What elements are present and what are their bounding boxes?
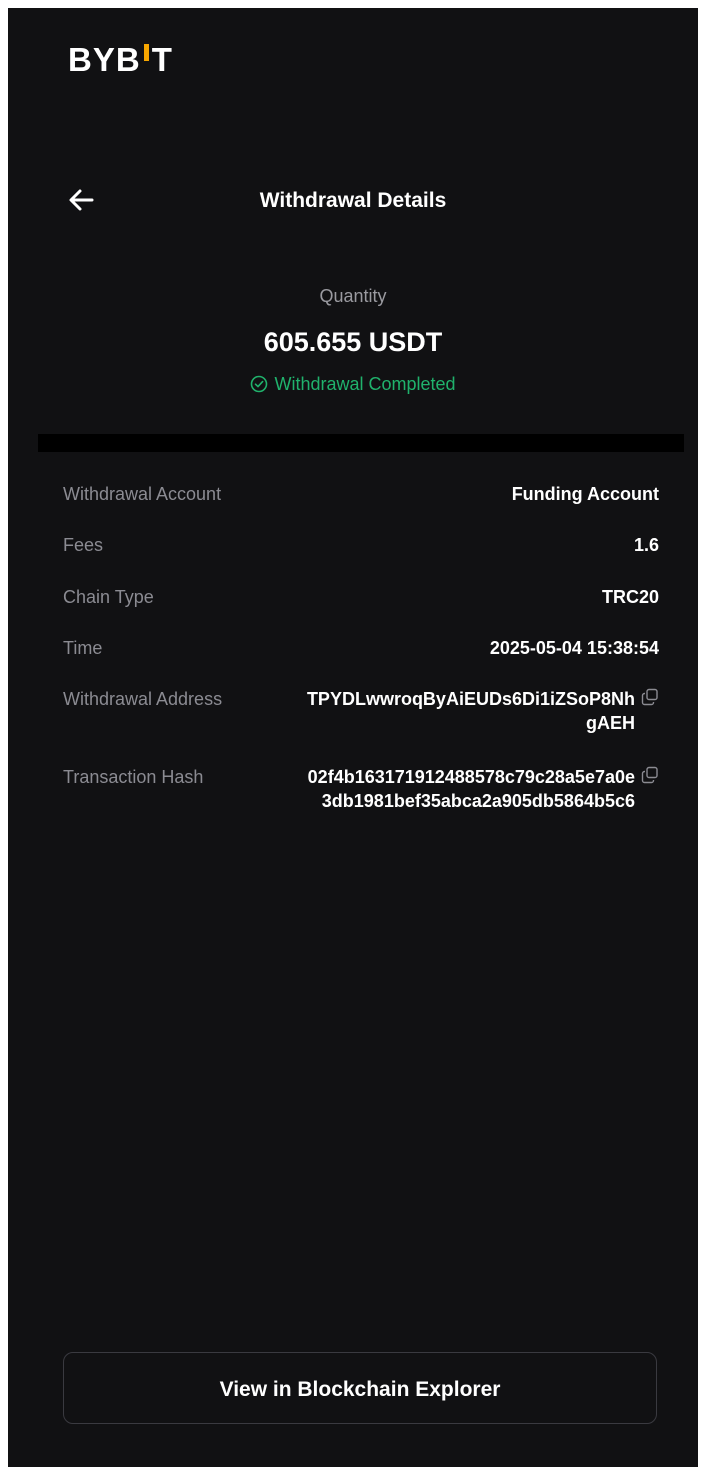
app-screen: BYB T Withdrawal Details Quantity 605.655…: [8, 8, 698, 1467]
detail-label: Withdrawal Account: [63, 484, 222, 504]
detail-row-withdrawal-account: Withdrawal Account Funding Account: [63, 482, 659, 506]
copy-icon[interactable]: [641, 766, 659, 784]
detail-row-fees: Fees 1.6: [63, 533, 659, 557]
view-in-blockchain-explorer-button[interactable]: View in Blockchain Explorer: [63, 1352, 657, 1424]
detail-label: Fees: [63, 535, 104, 555]
detail-value: 2025-05-04 15:38:54: [489, 638, 659, 658]
detail-row-time: Time 2025-05-04 15:38:54: [63, 636, 659, 660]
detail-value: TPYDLwwroqByAiEUDs6Di1iZSoP8NhgAEH: [306, 689, 635, 733]
detail-row-withdrawal-address: Withdrawal Address TPYDLwwroqByAiEUDs6Di…: [63, 687, 659, 737]
status-badge: Withdrawal Completed: [8, 372, 698, 396]
detail-row-chain-type: Chain Type TRC20: [63, 585, 659, 609]
divider: [38, 434, 684, 452]
quantity-value: 605.655 USDT: [263, 327, 443, 357]
detail-label: Time: [63, 638, 103, 658]
withdrawal-address-value[interactable]: TPYDLwwroqByAiEUDs6Di1iZSoP8NhgAEH: [299, 687, 659, 735]
detail-label: Transaction Hash: [63, 767, 204, 787]
check-circle-icon: [251, 375, 268, 393]
detail-label: Withdrawal Address: [63, 689, 223, 709]
quantity-label: Quantity: [319, 286, 387, 306]
copy-icon[interactable]: [641, 688, 659, 706]
status-text: Withdrawal Completed: [274, 374, 456, 394]
page-title: Withdrawal Details: [259, 189, 447, 212]
detail-label: Chain Type: [63, 587, 154, 607]
bybit-logo: BYB T: [68, 42, 173, 78]
detail-value: 1.6: [633, 535, 659, 555]
logo-text-left: BYB: [68, 41, 141, 78]
detail-value: Funding Account: [511, 484, 659, 504]
detail-row-transaction-hash: Transaction Hash 02f4b163171912488578c79…: [63, 765, 659, 841]
transaction-hash-value[interactable]: 02f4b163171912488578c79c28a5e7a0e3db1981…: [299, 765, 659, 813]
detail-value: TRC20: [601, 587, 659, 607]
logo-text-right: T: [151, 41, 173, 78]
detail-value: 02f4b163171912488578c79c28a5e7a0e3db1981…: [307, 767, 635, 811]
logo-i-mark: [143, 44, 149, 61]
